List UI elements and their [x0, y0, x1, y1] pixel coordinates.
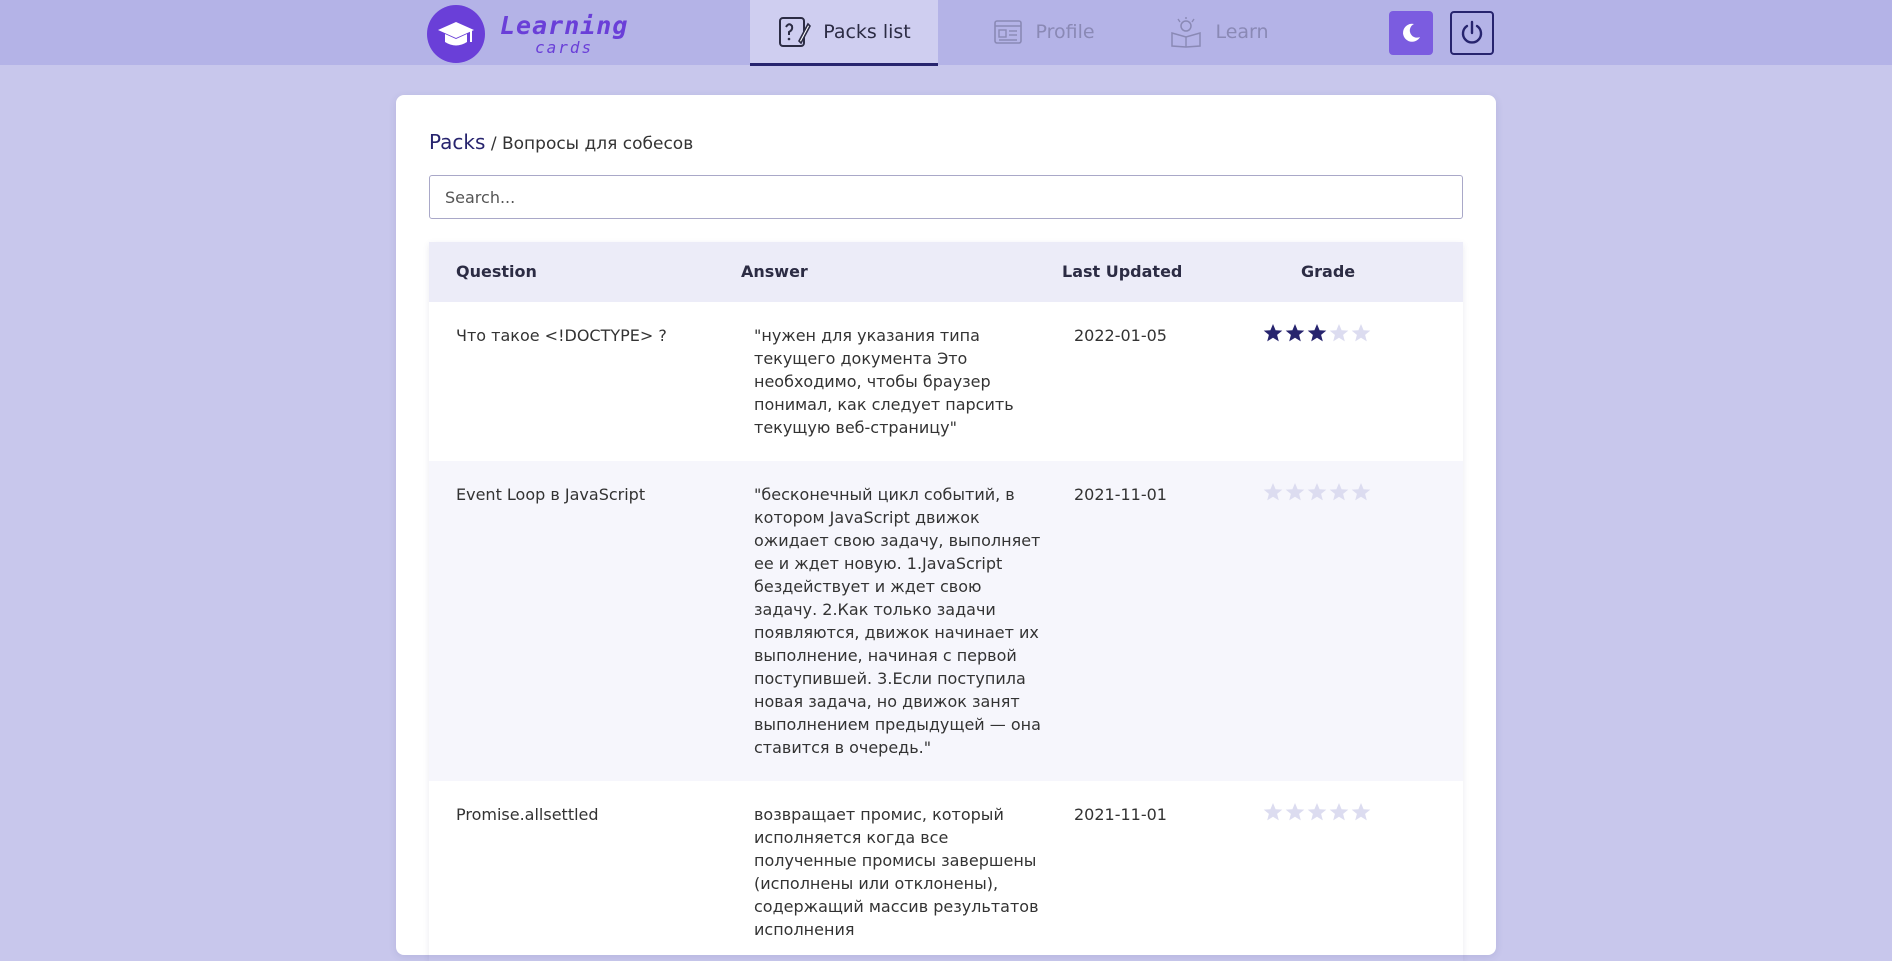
moon-icon: [1403, 23, 1420, 42]
tab-learn[interactable]: Learn: [1125, 0, 1313, 63]
top-header: Learning cards Packs list Profile Learn: [0, 0, 1892, 66]
breadcrumb: Packs / Вопросы для собесов: [429, 130, 693, 154]
star-icon[interactable]: [1306, 801, 1328, 823]
tab-profile[interactable]: Profile: [950, 0, 1138, 63]
grade-stars[interactable]: [1262, 481, 1372, 503]
column-header-grade[interactable]: Grade: [1301, 262, 1355, 281]
star-icon[interactable]: [1328, 801, 1350, 823]
tab-packs-list-label: Packs list: [823, 20, 911, 43]
column-header-question[interactable]: Question: [456, 262, 537, 281]
table-header: Question Answer Last Updated Grade: [429, 242, 1463, 302]
star-icon[interactable]: [1284, 322, 1306, 344]
pack-edit-icon: [779, 16, 812, 47]
logout-button[interactable]: [1450, 11, 1494, 55]
tab-profile-label: Profile: [1035, 20, 1095, 43]
answer-cell: возвращает промис, который исполняется к…: [754, 805, 1039, 939]
breadcrumb-current: Вопросы для собесов: [501, 134, 694, 154]
column-header-answer[interactable]: Answer: [741, 262, 808, 281]
table-row[interactable]: Что такое <!DOCTYPE> ? "нужен для указан…: [429, 302, 1463, 461]
last-updated-cell: 2021-11-01: [1074, 485, 1167, 504]
tab-packs-list[interactable]: Packs list: [750, 0, 938, 66]
question-cell: Event Loop в JavaScript: [456, 485, 646, 504]
star-icon[interactable]: [1262, 801, 1284, 823]
graduation-cap-icon: [427, 5, 485, 63]
theme-toggle-button[interactable]: [1389, 11, 1433, 55]
power-icon: [1461, 20, 1483, 44]
grade-stars[interactable]: [1262, 322, 1372, 344]
breadcrumb-packs-link[interactable]: Packs: [429, 130, 485, 154]
star-icon[interactable]: [1306, 481, 1328, 503]
tab-learn-label: Learn: [1215, 20, 1269, 43]
star-icon[interactable]: [1350, 481, 1372, 503]
search-input[interactable]: [429, 175, 1463, 219]
star-icon[interactable]: [1262, 481, 1284, 503]
star-icon[interactable]: [1284, 481, 1306, 503]
star-icon[interactable]: [1350, 801, 1372, 823]
breadcrumb-separator: /: [485, 134, 502, 154]
learn-book-icon: [1171, 16, 1202, 48]
table-row[interactable]: Promise.allsettled возвращает промис, ко…: [429, 781, 1463, 961]
table-row[interactable]: Event Loop в JavaScript "бесконечный цик…: [429, 461, 1463, 781]
star-icon[interactable]: [1284, 801, 1306, 823]
star-icon[interactable]: [1328, 322, 1350, 344]
answer-cell: "нужен для указания типа текущего докуме…: [754, 326, 1014, 437]
grade-stars[interactable]: [1262, 801, 1372, 823]
pack-card: Packs / Вопросы для собесов Question Ans…: [396, 95, 1496, 955]
question-cell: Promise.allsettled: [456, 805, 599, 824]
star-icon[interactable]: [1262, 322, 1284, 344]
star-icon[interactable]: [1328, 481, 1350, 503]
question-cell: Что такое <!DOCTYPE> ?: [456, 326, 667, 345]
logo-subtitle: cards: [535, 37, 594, 57]
cards-table: Question Answer Last Updated Grade Что т…: [429, 242, 1463, 961]
last-updated-cell: 2021-11-01: [1074, 805, 1167, 824]
column-header-last-updated[interactable]: Last Updated: [1062, 262, 1182, 281]
answer-cell: "бесконечный цикл событий, в котором Jav…: [754, 485, 1041, 757]
star-icon[interactable]: [1306, 322, 1328, 344]
profile-card-icon: [994, 19, 1023, 44]
logo-title: Learning: [500, 10, 629, 40]
last-updated-cell: 2022-01-05: [1074, 326, 1167, 345]
star-icon[interactable]: [1350, 322, 1372, 344]
app-logo[interactable]: Learning cards: [427, 5, 628, 63]
